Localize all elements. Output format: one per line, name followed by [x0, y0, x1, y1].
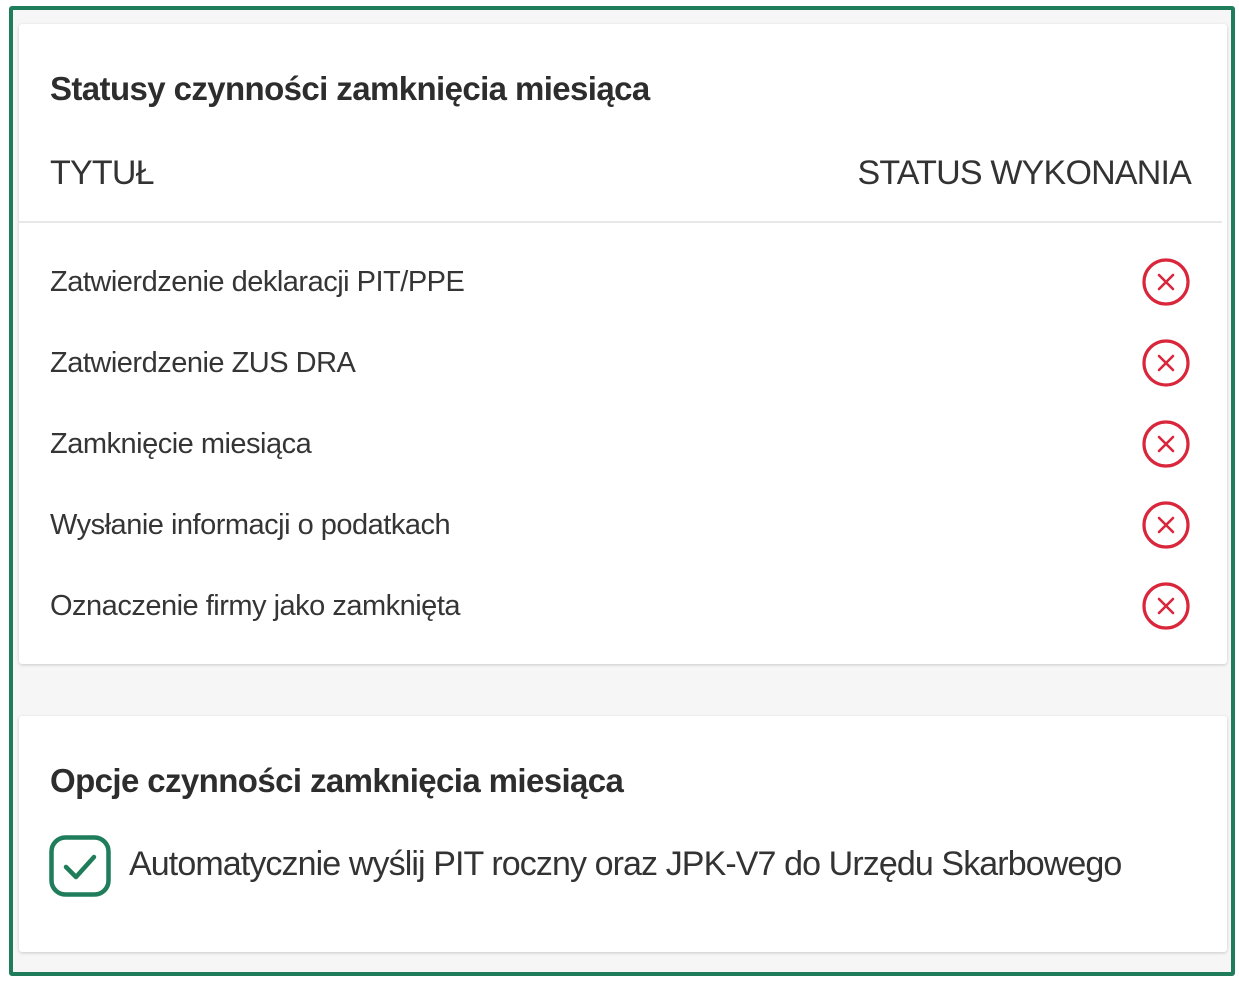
status-section-title: Statusy czynności zamknięcia miesiąca: [50, 70, 650, 107]
column-header-status: STATUS WYKONANIA: [857, 154, 1191, 192]
auto-send-checkbox[interactable]: [49, 835, 111, 897]
status-row: Wysłanie informacji o podatkach: [19, 497, 1227, 578]
app-frame: Statusy czynności zamknięcia miesiąca TY…: [9, 6, 1235, 976]
status-row-label: Zatwierdzenie deklaracji PIT/PPE: [50, 266, 465, 298]
auto-send-label: Automatycznie wyślij PIT roczny oraz JPK…: [129, 845, 1122, 883]
status-row: Zatwierdzenie ZUS DRA: [19, 335, 1227, 416]
status-list: Zatwierdzenie deklaracji PIT/PPE Zatwier…: [19, 254, 1227, 659]
options-section-title: Opcje czynności zamknięcia miesiąca: [50, 762, 624, 799]
status-row-label: Wysłanie informacji o podatkach: [50, 509, 451, 541]
column-header-title: TYTUŁ: [50, 154, 154, 192]
status-row: Oznaczenie firmy jako zamknięta: [19, 578, 1227, 659]
x-circle-icon: [1142, 420, 1190, 468]
x-circle-icon: [1142, 501, 1190, 549]
status-row: Zamknięcie miesiąca: [19, 416, 1227, 497]
x-circle-icon: [1142, 582, 1190, 630]
x-circle-icon: [1142, 258, 1190, 306]
header-divider: [19, 221, 1222, 223]
status-row-label: Zatwierdzenie ZUS DRA: [50, 347, 356, 379]
status-row-label: Zamknięcie miesiąca: [50, 428, 312, 460]
status-card: Statusy czynności zamknięcia miesiąca TY…: [19, 24, 1227, 664]
status-row-label: Oznaczenie firmy jako zamknięta: [50, 590, 461, 622]
x-circle-icon: [1142, 339, 1190, 387]
status-row: Zatwierdzenie deklaracji PIT/PPE: [19, 254, 1227, 335]
options-card: Opcje czynności zamknięcia miesiąca Auto…: [19, 716, 1227, 952]
auto-send-option[interactable]: Automatycznie wyślij PIT roczny oraz JPK…: [49, 835, 1219, 899]
